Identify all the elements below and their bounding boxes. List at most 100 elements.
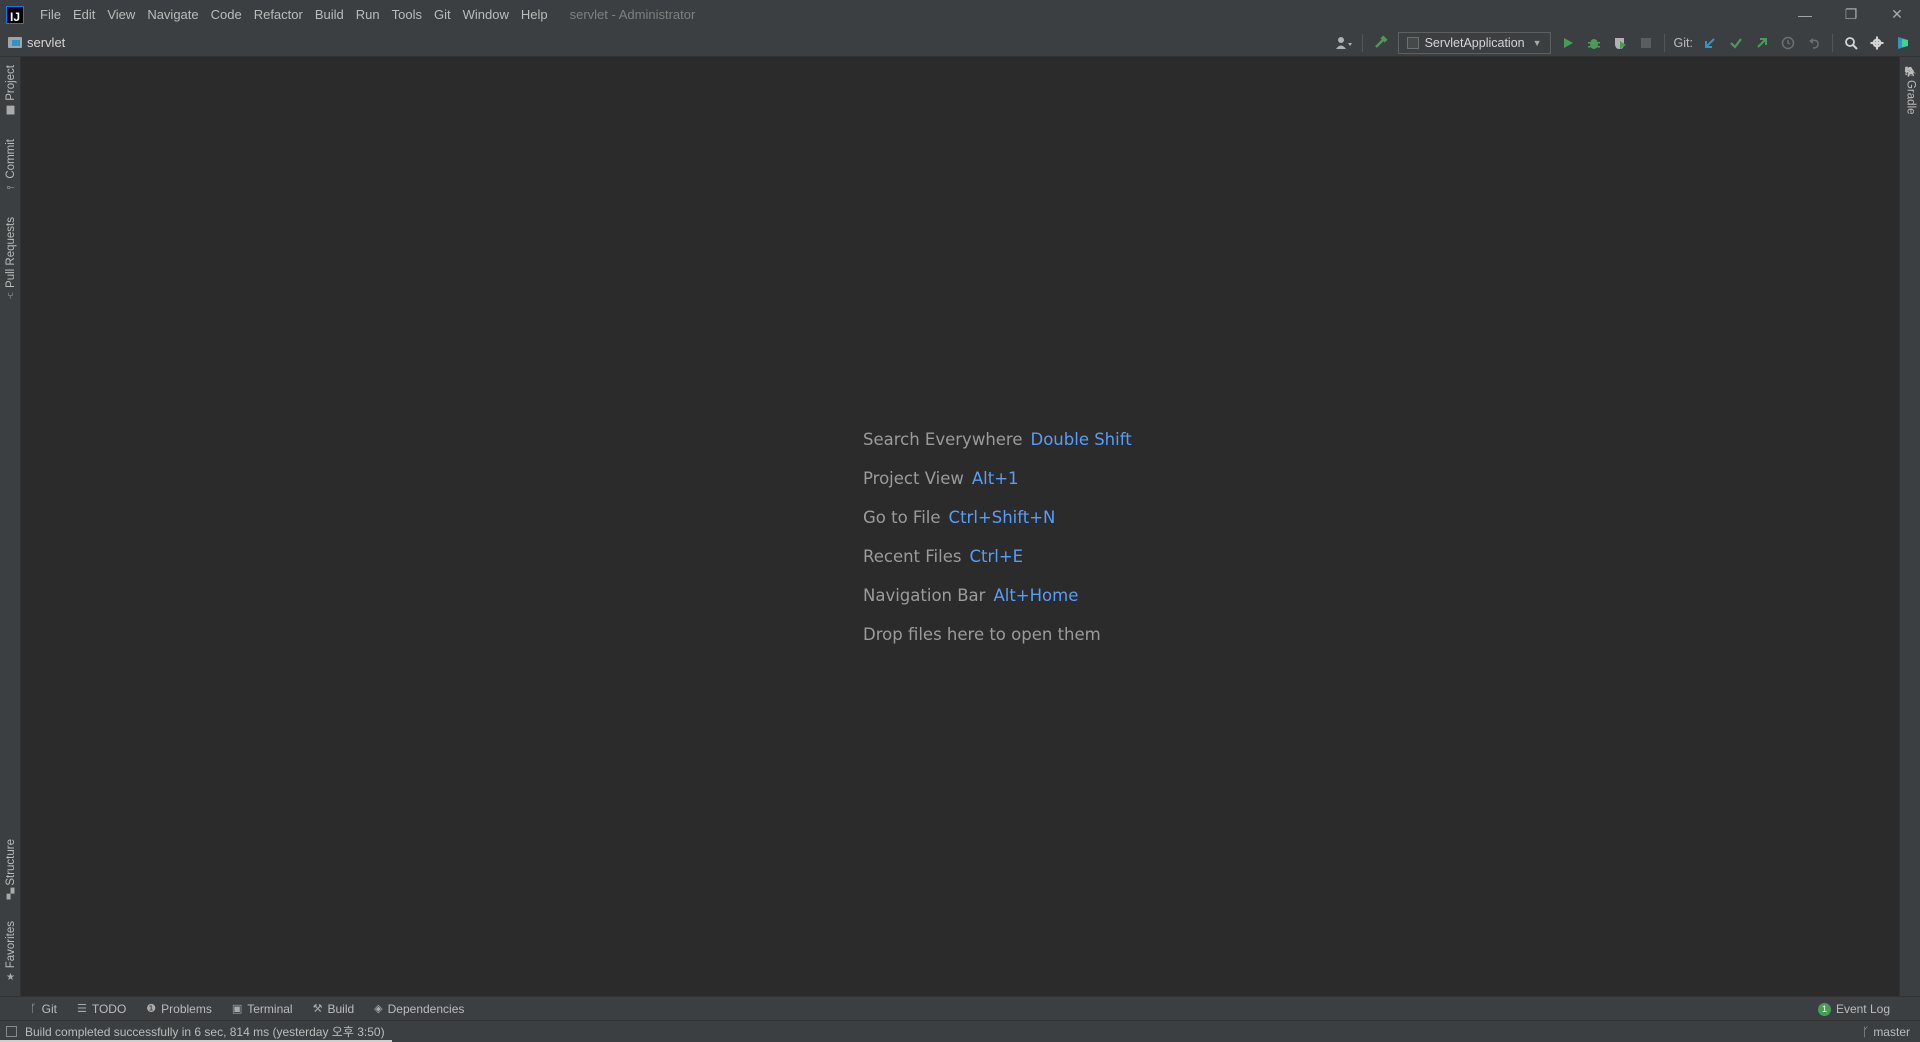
stop-icon[interactable] (1635, 32, 1657, 54)
status-message[interactable]: Build completed successfully in 6 sec, 8… (6, 1023, 385, 1040)
tab-commit[interactable]: Commit ⟜ (0, 139, 21, 193)
branch-name: master (1873, 1025, 1910, 1039)
tab-pull-requests[interactable]: Pull Requests ⑂ (0, 217, 21, 302)
editor-empty-area[interactable]: Search Everywhere Double Shift Project Vi… (21, 57, 1899, 996)
menu-navigate[interactable]: Navigate (141, 7, 204, 22)
menu-run[interactable]: Run (350, 7, 386, 22)
menu-help[interactable]: Help (515, 7, 554, 22)
build-hammer-icon: ⚒ (312, 1003, 323, 1015)
menu-tools[interactable]: Tools (386, 7, 428, 22)
user-icon[interactable] (1333, 32, 1355, 54)
menu-view[interactable]: View (101, 7, 141, 22)
main-toolbar: ServletApplication ▼ Git: (1331, 29, 1920, 57)
tab-dependencies[interactable]: ◈ Dependencies (364, 1002, 474, 1016)
breadcrumb-project[interactable]: servlet (8, 35, 65, 50)
tab-gradle[interactable]: 🐘 Gradle (1900, 67, 1920, 115)
right-tool-strip: 🐘 Gradle (1899, 57, 1920, 996)
tab-project[interactable]: Project ▆ (0, 65, 21, 115)
run-config-icon (1406, 37, 1419, 49)
hint-drop-files: Drop files here to open them (863, 625, 1132, 664)
navigation-toolbar: servlet ServletApplication ▼ Git: (0, 29, 1920, 57)
tab-todo[interactable]: ☰ TODO (67, 1002, 136, 1016)
hint-label: Recent Files (863, 547, 962, 566)
menu-window[interactable]: Window (457, 7, 515, 22)
todo-list-icon: ☰ (76, 1003, 87, 1015)
project-folder-icon (8, 37, 22, 48)
window-title: servlet - Administrator (569, 7, 696, 22)
tab-favorites[interactable]: Favorites ★ (0, 921, 21, 983)
hint-shortcut: Alt+1 (971, 469, 1019, 488)
toolbox-icon[interactable] (1892, 32, 1914, 54)
close-button[interactable]: ✕ (1874, 0, 1920, 29)
debug-icon[interactable] (1583, 32, 1605, 54)
run-configuration-name: ServletApplication (1424, 36, 1525, 50)
status-window-icon (6, 1026, 17, 1037)
history-icon[interactable] (1777, 32, 1799, 54)
hint-label: Drop files here to open them (863, 625, 1101, 644)
hint-label: Go to File (863, 508, 941, 527)
menu-refactor[interactable]: Refactor (248, 7, 309, 22)
search-icon[interactable] (1840, 32, 1862, 54)
window-controls: — ❐ ✕ (1782, 0, 1920, 29)
git-push-icon[interactable] (1751, 32, 1773, 54)
run-configuration-select[interactable]: ServletApplication ▼ (1397, 32, 1551, 54)
title-bar: IJ File Edit View Navigate Code Refactor… (0, 0, 1920, 29)
tab-pull-requests-label: Pull Requests (4, 217, 17, 288)
event-log-button[interactable]: 1 Event Log (1817, 997, 1890, 1021)
build-hammer-icon[interactable] (1370, 32, 1392, 54)
coverage-icon[interactable] (1609, 32, 1631, 54)
tab-terminal[interactable]: ▣ Terminal (222, 1002, 303, 1016)
git-branch-icon: ᚴ (30, 1002, 37, 1015)
hint-shortcut: Ctrl+E (969, 547, 1024, 566)
tab-structure-label: Structure (4, 839, 17, 886)
tab-problems[interactable]: ❶ Problems (136, 1002, 222, 1016)
rollback-icon[interactable] (1803, 32, 1825, 54)
commit-icon: ⟜ (6, 182, 15, 194)
tab-commit-label: Commit (4, 139, 17, 179)
event-log-count-badge: 1 (1817, 1002, 1831, 1016)
git-branch-widget[interactable]: ᚴ master (1862, 1021, 1910, 1042)
problems-icon: ❶ (146, 1003, 157, 1015)
menu-file[interactable]: File (34, 7, 67, 22)
git-commit-icon[interactable] (1725, 32, 1747, 54)
tab-structure[interactable]: Structure ▞ (0, 839, 21, 900)
tab-gradle-label: Gradle (1904, 80, 1917, 115)
bottom-tool-bar: ᚴ Git ☰ TODO ❶ Problems ▣ Terminal ⚒ Build ◈ D… (0, 996, 1920, 1020)
menu-build[interactable]: Build (309, 7, 350, 22)
tab-project-label: Project (4, 65, 17, 101)
project-name: servlet (27, 35, 66, 50)
hint-label: Navigation Bar (863, 586, 986, 605)
hint-recent-files: Recent Files Ctrl+E (863, 547, 1132, 586)
dependencies-icon: ◈ (374, 1003, 383, 1015)
tab-problems-label: Problems (161, 1001, 212, 1016)
hint-go-to-file: Go to File Ctrl+Shift+N (863, 508, 1132, 547)
menu-code[interactable]: Code (205, 7, 248, 22)
tab-terminal-label: Terminal (247, 1001, 293, 1016)
tab-git[interactable]: ᚴ Git (20, 1002, 67, 1016)
chevron-down-icon: ▼ (1532, 38, 1542, 48)
tab-git-label: Git (41, 1001, 57, 1016)
star-icon: ★ (6, 971, 15, 983)
left-tool-strip: Project ▆ Commit ⟜ Pull Requests ⑂ Struc… (0, 57, 21, 996)
menu-edit[interactable]: Edit (67, 7, 101, 22)
git-update-icon[interactable] (1699, 32, 1721, 54)
tab-dependencies-label: Dependencies (387, 1001, 465, 1016)
event-log-label: Event Log (1835, 1002, 1890, 1016)
terminal-icon: ▣ (231, 1003, 243, 1015)
restore-button[interactable]: ❐ (1828, 0, 1874, 29)
menu-git[interactable]: Git (428, 7, 457, 22)
tab-build[interactable]: ⚒ Build (303, 1002, 365, 1016)
tab-build-label: Build (327, 1001, 355, 1016)
hint-shortcut: Ctrl+Shift+N (948, 508, 1056, 527)
settings-icon[interactable] (1866, 32, 1888, 54)
run-icon[interactable] (1557, 32, 1579, 54)
hint-label: Search Everywhere (863, 430, 1023, 449)
editor-hints: Search Everywhere Double Shift Project Vi… (863, 430, 1132, 664)
hint-project-view: Project View Alt+1 (863, 469, 1132, 508)
folder-icon: ▆ (6, 104, 15, 116)
minimize-button[interactable]: — (1782, 0, 1828, 29)
status-bar: Build completed successfully in 6 sec, 8… (0, 1020, 1920, 1042)
git-label: Git: (1673, 36, 1693, 50)
hint-shortcut: Alt+Home (993, 586, 1079, 605)
status-message-text: Build completed successfully in 6 sec, 8… (25, 1025, 385, 1039)
